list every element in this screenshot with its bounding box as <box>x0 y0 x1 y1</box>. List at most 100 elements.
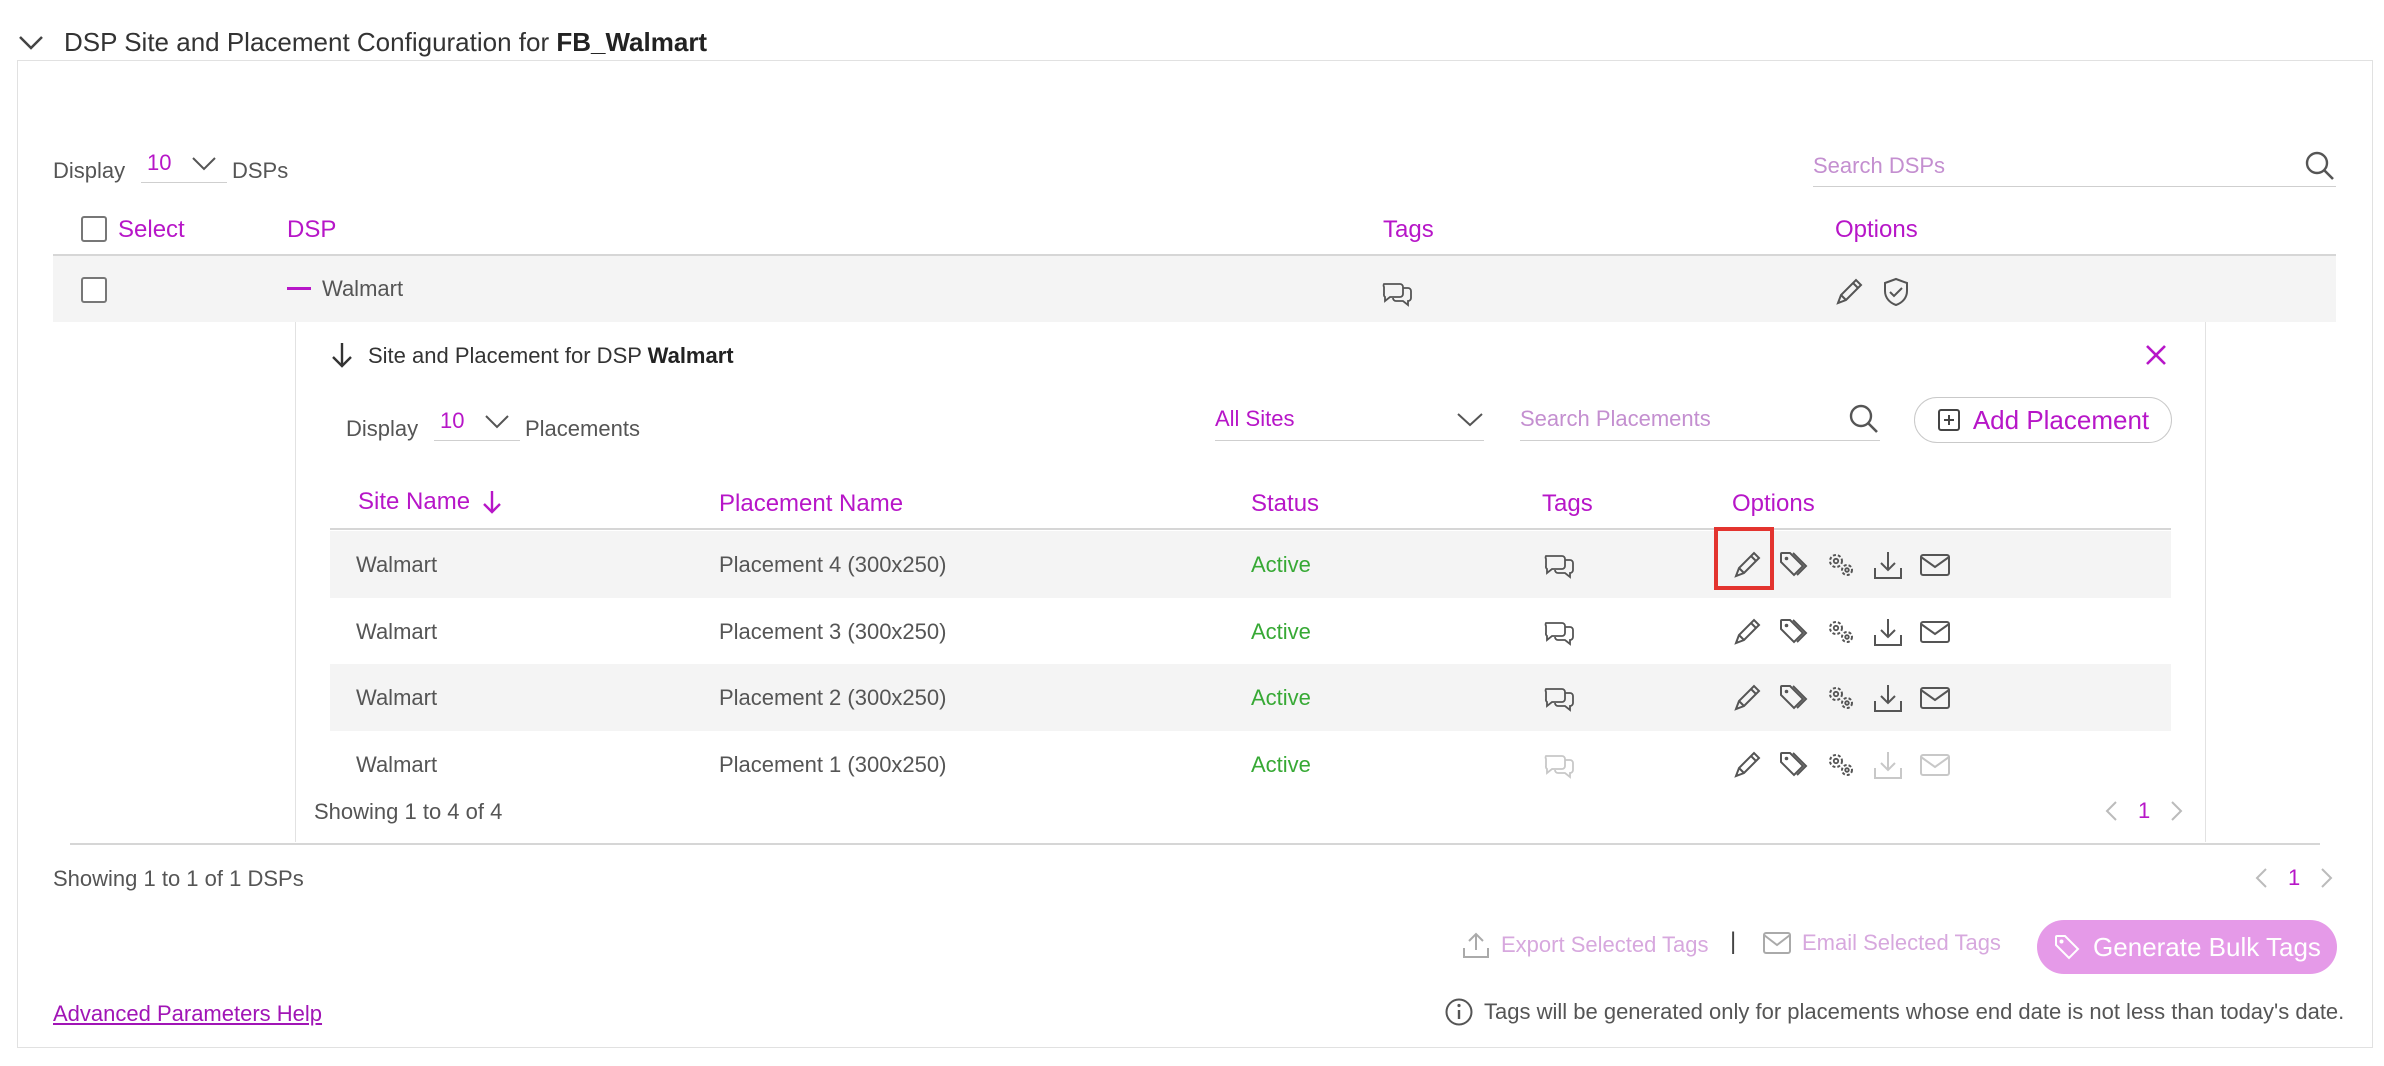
placement-row: Walmart Placement 3 (300x250) Active <box>330 598 2171 665</box>
chevron-down-icon <box>484 412 510 430</box>
placement-search-placeholder: Search Placements <box>1520 406 1711 431</box>
placement-row: Walmart Placement 1 (300x250) Active <box>330 731 2171 798</box>
mail-icon[interactable] <box>1918 615 1952 649</box>
dsp-row-checkbox[interactable] <box>81 277 107 303</box>
placement-showing-count: Showing 1 to 4 of 4 <box>314 799 503 824</box>
dsp-header[interactable]: DSP <box>287 216 336 244</box>
placements-display-label: Display <box>346 416 419 441</box>
comments-icon[interactable] <box>1542 731 1576 798</box>
dsp-page-number[interactable]: 1 <box>2288 865 2300 891</box>
info-note-text: Tags will be generated only for placemen… <box>1484 999 2345 1024</box>
site-name-header[interactable]: Site Name <box>358 488 504 516</box>
dsp-pager: 1 <box>2250 865 2338 891</box>
options-header: Options <box>1835 216 1918 243</box>
placement-name-cell: Placement 4 (300x250) <box>719 551 947 577</box>
tags-icon[interactable] <box>1777 615 1811 649</box>
edit-pencil-icon[interactable] <box>1730 748 1764 782</box>
edit-pencil-icon[interactable] <box>1833 276 1865 308</box>
chevron-down-icon <box>191 154 217 172</box>
placement-name-header[interactable]: Placement Name <box>719 490 903 518</box>
tags-icon[interactable] <box>1777 748 1811 782</box>
comments-icon[interactable] <box>1542 664 1576 731</box>
placement-row: Walmart Placement 2 (300x250) Active <box>330 664 2171 731</box>
download-icon[interactable] <box>1871 548 1905 582</box>
shield-check-icon[interactable] <box>1880 276 1912 308</box>
chevron-down-icon <box>1456 410 1484 428</box>
row-options <box>1730 731 1965 798</box>
status-cell: Active <box>1251 684 1311 710</box>
placement-page-size-select[interactable]: 10 <box>434 408 520 441</box>
placement-name-cell: Placement 3 (300x250) <box>719 618 947 644</box>
status-cell: Active <box>1251 618 1311 644</box>
site-name-cell: Walmart <box>356 751 438 777</box>
sort-arrow-down-icon <box>480 488 504 516</box>
settings-gears-icon[interactable] <box>1824 748 1858 782</box>
tags-header: Tags <box>1383 216 1434 243</box>
download-icon[interactable] <box>1871 615 1905 649</box>
tag-icon <box>2053 933 2081 961</box>
site-name-cell: Walmart <box>356 551 438 577</box>
close-icon[interactable] <box>2143 342 2169 368</box>
edit-pencil-icon[interactable] <box>1730 615 1764 649</box>
site-name-header-label: Site Name <box>358 488 471 515</box>
email-selected-tags-label: Email Selected Tags <box>1802 930 2001 955</box>
select-all-checkbox[interactable] <box>81 216 107 242</box>
placement-options-header: Options <box>1732 490 1815 517</box>
settings-gears-icon[interactable] <box>1824 681 1858 715</box>
info-icon <box>1444 997 1474 1027</box>
placement-page-number[interactable]: 1 <box>2138 798 2150 824</box>
search-icon[interactable] <box>1848 403 1880 435</box>
mail-icon[interactable] <box>1918 548 1952 582</box>
email-selected-tags-button[interactable]: Email Selected Tags <box>1762 930 2001 956</box>
status-cell: Active <box>1251 751 1311 777</box>
download-icon[interactable] <box>1871 681 1905 715</box>
search-icon[interactable] <box>2304 150 2336 182</box>
placement-name-cell: Placement 2 (300x250) <box>719 684 947 710</box>
placements-display-suffix: Placements <box>525 416 640 441</box>
collapse-dash-icon[interactable] <box>287 287 311 290</box>
settings-gears-icon[interactable] <box>1824 615 1858 649</box>
mail-icon <box>1762 930 1792 956</box>
advanced-parameters-help-link[interactable]: Advanced Parameters Help <box>53 1001 322 1027</box>
chevron-left-icon[interactable] <box>2250 866 2274 890</box>
chevron-right-icon[interactable] <box>2314 866 2338 890</box>
add-placement-button[interactable]: Add Placement <box>1914 397 2172 443</box>
row-options <box>1730 664 1965 731</box>
dsp-search-placeholder: Search DSPs <box>1813 153 1946 178</box>
download-icon[interactable] <box>1871 748 1905 782</box>
tags-icon[interactable] <box>1777 681 1811 715</box>
row-options <box>1730 598 1965 665</box>
plus-square-icon <box>1937 408 1961 432</box>
comments-icon[interactable] <box>1380 278 1414 308</box>
add-placement-label: Add Placement <box>1972 404 2150 435</box>
export-selected-tags-button[interactable]: Export Selected Tags <box>1461 930 1709 960</box>
generate-bulk-tags-button[interactable]: Generate Bulk Tags <box>2037 920 2337 974</box>
comments-icon[interactable] <box>1542 531 1576 598</box>
settings-gears-icon[interactable] <box>1824 548 1858 582</box>
placement-name-cell: Placement 1 (300x250) <box>719 751 947 777</box>
chevron-right-icon[interactable] <box>2164 799 2188 823</box>
comments-icon[interactable] <box>1542 598 1576 665</box>
section-header: DSP Site and Placement Configuration for… <box>16 22 707 62</box>
site-name-cell: Walmart <box>356 618 438 644</box>
mail-icon[interactable] <box>1918 681 1952 715</box>
display-label: Display <box>53 158 126 183</box>
highlight-box <box>1714 527 1774 590</box>
site-filter-select[interactable]: All Sites <box>1215 398 1484 441</box>
edit-pencil-icon[interactable] <box>1730 681 1764 715</box>
info-note: Tags will be generated only for placemen… <box>1444 997 2344 1027</box>
tags-icon[interactable] <box>1777 548 1811 582</box>
action-separator: | <box>1730 928 1737 955</box>
generate-bulk-tags-label: Generate Bulk Tags <box>2093 931 2321 962</box>
placement-pager: 1 <box>2100 798 2188 824</box>
placement-search-input[interactable]: Search Placements <box>1520 398 1880 441</box>
status-header[interactable]: Status <box>1251 490 1319 518</box>
dsp-search-input[interactable]: Search DSPs <box>1813 146 2336 187</box>
dsp-page-size-select[interactable]: 10 <box>141 150 227 183</box>
status-cell: Active <box>1251 551 1311 577</box>
mail-icon[interactable] <box>1918 748 1952 782</box>
arrow-down-icon <box>329 340 355 370</box>
chevron-left-icon[interactable] <box>2100 799 2124 823</box>
chevron-down-icon[interactable] <box>16 27 46 57</box>
section-title: DSP Site and Placement Configuration for… <box>64 26 708 57</box>
